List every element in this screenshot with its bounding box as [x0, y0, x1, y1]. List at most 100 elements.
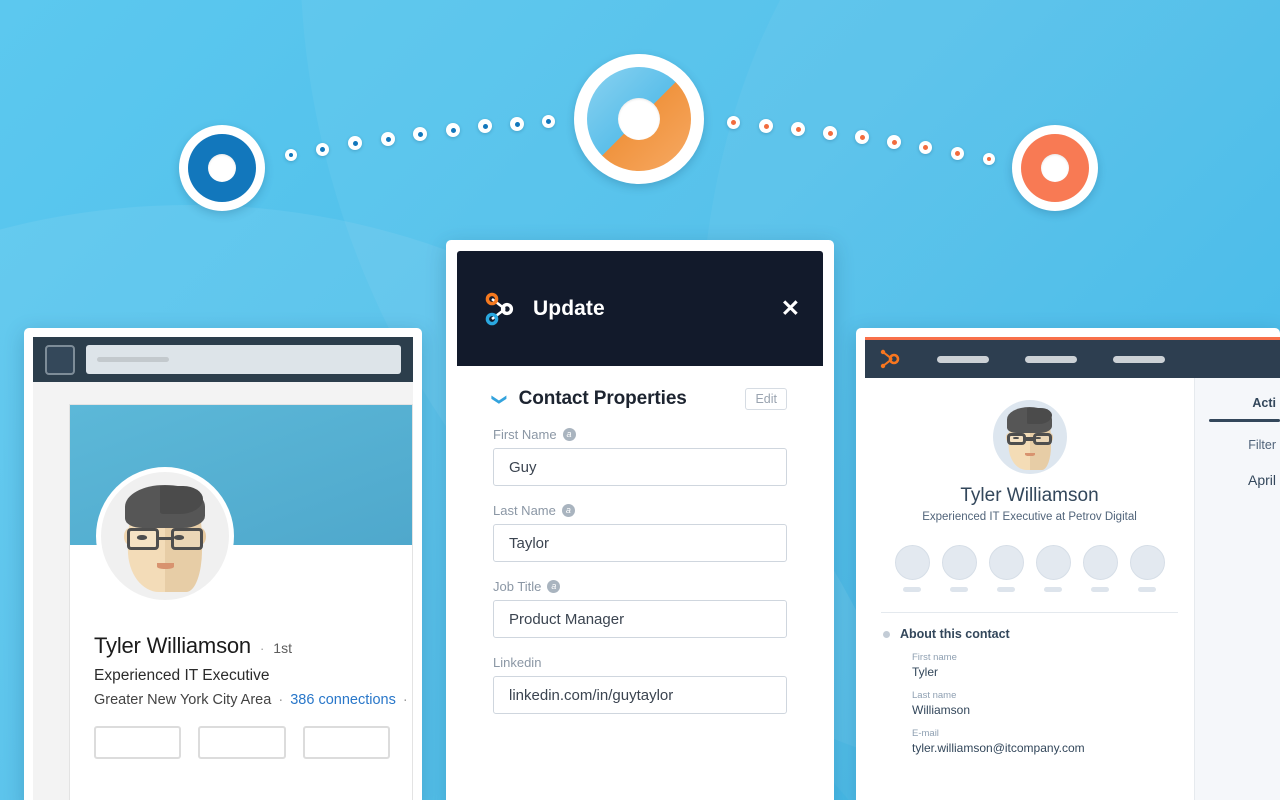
- label-text: Last Name: [493, 503, 556, 518]
- field-label-job-title: Job Title a: [493, 579, 787, 594]
- dot-trail-blue-6: [446, 123, 460, 137]
- connections-link[interactable]: 386 connections: [290, 692, 396, 708]
- dot-trail-orange-6: [887, 135, 901, 149]
- log-icon: [1035, 545, 1071, 580]
- about-this-contact-section: About this contact First name Tyler Last…: [865, 613, 1194, 755]
- nav-item-2[interactable]: [1025, 355, 1077, 363]
- action-log[interactable]: [1035, 545, 1071, 592]
- profile-location: Greater New York City Area: [94, 692, 272, 708]
- nav-item-1[interactable]: [937, 355, 989, 363]
- field-label-last-name: Last Name a: [493, 503, 787, 518]
- close-icon[interactable]: ✕: [781, 297, 800, 320]
- task-icon: [1082, 545, 1118, 580]
- dot-trail-blue-2: [316, 143, 329, 156]
- avatar[interactable]: [992, 400, 1067, 474]
- first-name-input[interactable]: Guy: [493, 448, 787, 486]
- about-section-title: About this contact: [900, 627, 1010, 641]
- left-circle-icon: [179, 125, 265, 211]
- action-label: [1044, 587, 1062, 592]
- dot-trail-orange-5: [855, 130, 869, 144]
- field-label-first-name: First Name a: [493, 427, 787, 442]
- note-icon: [894, 545, 930, 580]
- nav-item-3[interactable]: [1113, 355, 1165, 363]
- modal-body: ❯ Contact Properties Edit First Name a G…: [457, 366, 823, 800]
- dot-trail-blue-1: [285, 149, 297, 161]
- center-donut-icon: [574, 54, 704, 184]
- label-text: Linkedin: [493, 655, 542, 670]
- linkedin-input[interactable]: linkedin.com/in/guytaylor: [493, 676, 787, 714]
- hubspot-crm-window: Tyler Williamson Experienced IT Executiv…: [856, 328, 1280, 800]
- action-label: [1138, 587, 1156, 592]
- action-meeting[interactable]: [1129, 545, 1165, 592]
- contact-detail-column: Tyler Williamson Experienced IT Executiv…: [865, 378, 1195, 800]
- meta-separator-2: ·: [402, 692, 408, 708]
- action-task[interactable]: [1082, 545, 1118, 592]
- profile-action-button-3[interactable]: [302, 726, 390, 759]
- auto-fill-badge-icon: a: [562, 428, 576, 441]
- property-value[interactable]: Tyler: [912, 665, 1194, 679]
- chevron-down-icon[interactable]: ❯: [491, 393, 508, 406]
- linkedin-profile-card: Tyler Williamson · 1st Experienced IT Ex…: [69, 404, 413, 800]
- dot-trail-blue-7: [478, 119, 492, 133]
- contact-action-icons: [865, 545, 1194, 592]
- property-label: Last name: [912, 690, 957, 701]
- profile-action-button-2[interactable]: [198, 726, 286, 759]
- dot-trail-blue-9: [542, 115, 555, 128]
- meeting-icon: [1129, 545, 1165, 580]
- label-text: Job Title: [493, 579, 542, 594]
- field-linkedin: Linkedin linkedin.com/in/guytaylor: [493, 655, 787, 714]
- linkedin-search-input[interactable]: [86, 345, 401, 374]
- dot-trail-blue-4: [381, 132, 395, 146]
- hubspot-sprocket-icon: [485, 292, 515, 326]
- name-separator: ·: [259, 641, 265, 656]
- call-icon: [988, 545, 1024, 580]
- auto-fill-badge-icon: a: [561, 504, 575, 517]
- last-name-input[interactable]: Taylor: [493, 524, 787, 562]
- tab-activity[interactable]: Acti: [1195, 396, 1280, 410]
- dot-trail-orange-2: [759, 119, 773, 133]
- avatar[interactable]: [96, 467, 234, 605]
- about-section-header[interactable]: About this contact: [883, 627, 1194, 641]
- action-label: [950, 587, 968, 592]
- contact-profile-block: Tyler Williamson Experienced IT Executiv…: [865, 378, 1194, 592]
- property-first-name: First name Tyler: [912, 652, 1194, 679]
- dot-trail-orange-8: [951, 147, 964, 160]
- property-email: E-mail tyler.williamson@itcompany.com: [912, 728, 1194, 755]
- dot-trail-orange-9: [983, 153, 995, 165]
- property-value[interactable]: tyler.williamson@itcompany.com: [912, 741, 1194, 755]
- dot-trail-orange-3: [791, 122, 805, 136]
- profile-headline: Experienced IT Executive: [94, 667, 270, 684]
- hubspot-sprocket-icon[interactable]: [879, 347, 901, 371]
- dot-trail-blue-5: [413, 127, 427, 141]
- hubspot-topbar: [865, 340, 1280, 378]
- job-title-input[interactable]: Product Manager: [493, 600, 787, 638]
- auto-fill-badge-icon: a: [547, 580, 561, 593]
- update-modal: Update ✕ ❯ Contact Properties Edit First…: [446, 240, 834, 800]
- property-last-name: Last name Williamson: [912, 690, 1194, 717]
- hero-graphic: [0, 0, 1280, 260]
- action-call[interactable]: [988, 545, 1024, 592]
- linkedin-profile-window: Tyler Williamson · 1st Experienced IT Ex…: [24, 328, 422, 800]
- user-avatar-illustration: [993, 400, 1067, 474]
- meta-separator-1: ·: [278, 692, 284, 708]
- linkedin-logo-icon[interactable]: [45, 344, 75, 375]
- connection-degree-badge: 1st: [273, 640, 292, 656]
- collapse-bullet-icon: [883, 630, 890, 638]
- property-value[interactable]: Williamson: [912, 703, 1194, 717]
- action-email[interactable]: [941, 545, 977, 592]
- profile-action-button-1[interactable]: [94, 726, 182, 759]
- search-placeholder-bar: [97, 357, 169, 362]
- email-icon: [941, 545, 977, 580]
- activity-month-heading: April: [1247, 472, 1276, 488]
- edit-button[interactable]: Edit: [745, 388, 787, 410]
- contact-properties-header: ❯ Contact Properties Edit: [491, 388, 787, 410]
- property-label: E-mail: [912, 728, 939, 739]
- field-job-title: Job Title a Product Manager: [493, 579, 787, 638]
- right-circle-icon: [1012, 125, 1098, 211]
- field-last-name: Last Name a Taylor: [493, 503, 787, 562]
- tab-active-indicator: [1209, 419, 1280, 422]
- action-note[interactable]: [894, 545, 930, 592]
- dot-trail-orange-4: [823, 126, 837, 140]
- modal-title: Update: [533, 296, 605, 320]
- filter-label[interactable]: Filter: [1195, 438, 1280, 452]
